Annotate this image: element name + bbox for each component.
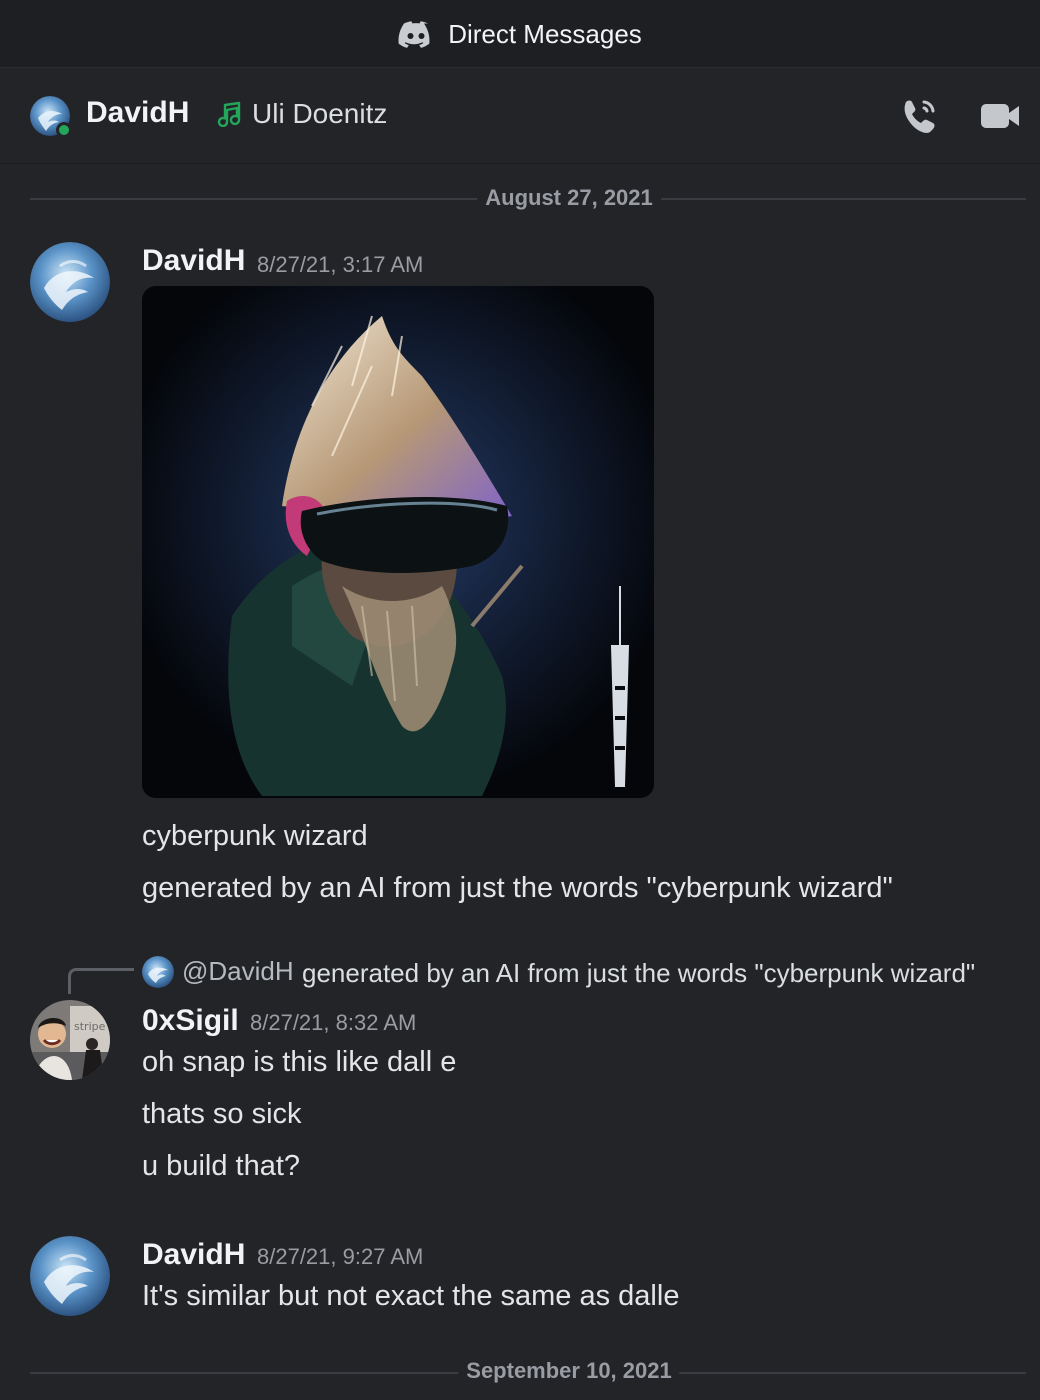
activity-text: Uli Doenitz bbox=[252, 98, 388, 129]
dm-recipient-name[interactable]: DavidH bbox=[86, 96, 189, 130]
voice-call-icon[interactable] bbox=[898, 96, 942, 136]
message-line: oh snap is this like dall e bbox=[142, 1046, 457, 1078]
message-line: thats so sick bbox=[142, 1098, 302, 1130]
dm-header: DavidH Uli Doenitz bbox=[0, 68, 1040, 164]
online-status-indicator bbox=[56, 122, 72, 138]
image-attachment[interactable] bbox=[142, 286, 654, 798]
reply-connector bbox=[68, 968, 134, 994]
author-avatar[interactable]: stripe bbox=[30, 1000, 110, 1080]
message-author[interactable]: 0xSigil bbox=[142, 1004, 239, 1038]
message-timestamp: 8/27/21, 8:32 AM bbox=[250, 1010, 417, 1035]
cyberpunk-wizard-image bbox=[142, 286, 654, 798]
message-timestamp: 8/27/21, 3:17 AM bbox=[257, 252, 424, 277]
author-avatar[interactable] bbox=[30, 242, 110, 322]
discord-logo-icon bbox=[398, 21, 430, 48]
message-author[interactable]: DavidH bbox=[142, 244, 245, 278]
date-divider-label: August 27, 2021 bbox=[477, 185, 661, 211]
message-line: cyberpunk wizard bbox=[142, 820, 368, 852]
window-titlebar: Direct Messages bbox=[0, 0, 1040, 68]
music-note-icon bbox=[217, 101, 241, 127]
message-line: u build that? bbox=[142, 1150, 301, 1182]
reply-author-avatar bbox=[142, 956, 174, 988]
reply-mention[interactable]: @DavidH bbox=[182, 956, 294, 987]
activity-status: Uli Doenitz bbox=[216, 98, 387, 130]
window-title: Direct Messages bbox=[448, 18, 642, 49]
message-timestamp: 8/27/21, 9:27 AM bbox=[257, 1244, 424, 1269]
date-divider-label: September 10, 2021 bbox=[458, 1358, 680, 1384]
message-line: generated by an AI from just the words "… bbox=[142, 872, 893, 904]
message-author[interactable]: DavidH bbox=[142, 1238, 245, 1272]
reply-preview-text[interactable]: generated by an AI from just the words "… bbox=[302, 958, 975, 989]
author-avatar[interactable] bbox=[30, 1236, 110, 1316]
avatar-sign-text: stripe bbox=[74, 1020, 106, 1033]
message-line: It's similar but not exact the same as d… bbox=[142, 1280, 680, 1312]
video-call-icon[interactable] bbox=[978, 98, 1022, 134]
